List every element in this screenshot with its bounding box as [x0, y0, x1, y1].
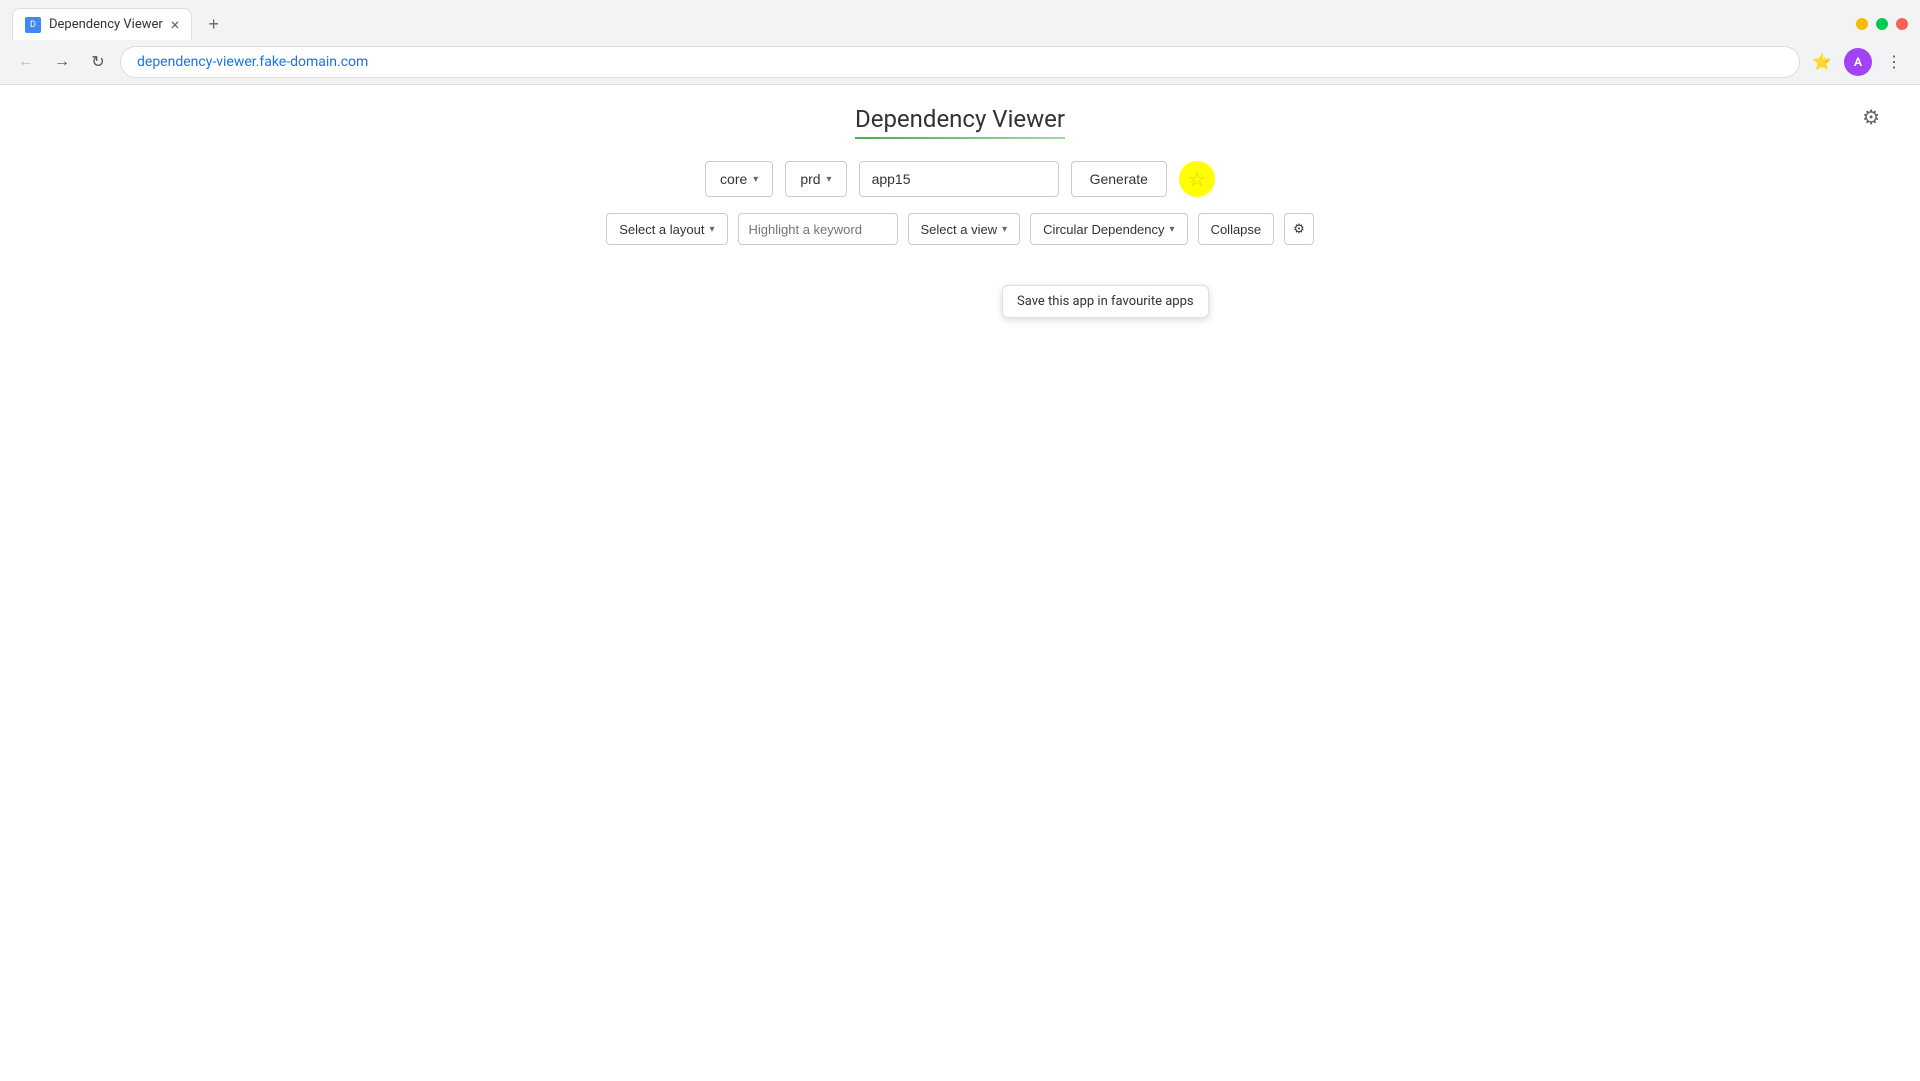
select-layout-label: Select a layout	[619, 222, 704, 237]
core-caret: ▾	[753, 174, 758, 185]
window-controls	[1856, 18, 1908, 30]
app-input[interactable]	[859, 161, 1059, 197]
extensions-btn[interactable]: ⭐	[1808, 48, 1836, 76]
forward-btn[interactable]: →	[48, 48, 76, 76]
browser-chrome: D Dependency Viewer × + ← → ↻ dependency…	[0, 0, 1920, 85]
select-view-label: Select a view	[921, 222, 998, 237]
app-title: Dependency Viewer	[855, 105, 1065, 133]
layout-caret: ▾	[709, 224, 714, 235]
minimize-btn[interactable]	[1856, 18, 1868, 30]
new-tab-btn[interactable]: +	[200, 10, 227, 39]
prd-caret: ▾	[827, 174, 832, 185]
tab-favicon: D	[25, 17, 41, 33]
settings-icon[interactable]: ⚙	[1862, 105, 1880, 129]
profile-btn[interactable]: A	[1844, 48, 1872, 76]
toolbar-row: Select a layout ▾ Select a view ▾ Circul…	[0, 209, 1920, 261]
collapse-btn[interactable]: Collapse	[1198, 213, 1275, 245]
titlebar: D Dependency Viewer × +	[0, 0, 1920, 40]
circular-caret: ▾	[1170, 224, 1175, 235]
browser-actions: ⭐ A ⋮	[1808, 48, 1908, 76]
select-layout-btn[interactable]: Select a layout ▾	[606, 213, 727, 245]
prd-label: prd	[800, 171, 820, 187]
generate-btn[interactable]: Generate	[1071, 161, 1167, 197]
core-dropdown[interactable]: core ▾	[705, 161, 773, 197]
title-underline	[855, 137, 1065, 139]
maximize-btn[interactable]	[1876, 18, 1888, 30]
browser-toolbar: ← → ↻ dependency-viewer.fake-domain.com …	[0, 40, 1920, 84]
select-view-btn[interactable]: Select a view ▾	[908, 213, 1021, 245]
view-caret: ▾	[1002, 224, 1007, 235]
menu-btn[interactable]: ⋮	[1880, 48, 1908, 76]
controls-row: core ▾ prd ▾ Generate ☆	[0, 149, 1920, 209]
extra-btn[interactable]: ⚙	[1284, 213, 1314, 245]
app-content: Dependency Viewer ⚙ core ▾ prd ▾ Generat…	[0, 85, 1920, 1081]
favourite-star-btn[interactable]: ☆	[1179, 161, 1215, 197]
circular-dep-label: Circular Dependency	[1043, 222, 1164, 237]
address-bar[interactable]: dependency-viewer.fake-domain.com	[120, 46, 1800, 78]
tab-label: Dependency Viewer	[49, 17, 163, 32]
tab-close-btn[interactable]: ×	[171, 17, 180, 33]
highlight-keyword-input[interactable]	[738, 213, 898, 245]
prd-dropdown[interactable]: prd ▾	[785, 161, 846, 197]
core-label: core	[720, 171, 747, 187]
tooltip-text: Save this app in favourite apps	[1017, 294, 1194, 309]
address-text: dependency-viewer.fake-domain.com	[137, 54, 1783, 70]
browser-tab[interactable]: D Dependency Viewer ×	[12, 8, 192, 40]
back-btn[interactable]: ←	[12, 48, 40, 76]
circular-dep-btn[interactable]: Circular Dependency ▾	[1030, 213, 1187, 245]
app-header: Dependency Viewer ⚙	[0, 85, 1920, 149]
refresh-btn[interactable]: ↻	[84, 48, 112, 76]
favourite-tooltip: Save this app in favourite apps	[1002, 285, 1209, 318]
close-btn[interactable]	[1896, 18, 1908, 30]
